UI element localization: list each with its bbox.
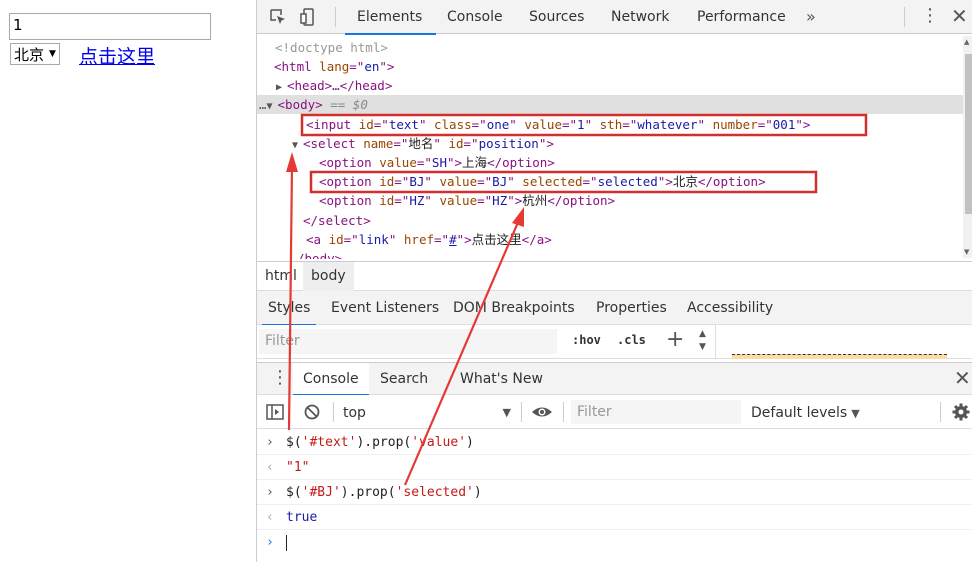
- prompt-chevron-icon: ›: [266, 535, 274, 550]
- cls-toggle[interactable]: .cls: [617, 333, 646, 347]
- crumb-html[interactable]: html: [257, 262, 305, 291]
- clear-console-icon[interactable]: [303, 403, 321, 421]
- tab-performance[interactable]: Performance: [697, 0, 786, 34]
- text-input[interactable]: 1: [9, 13, 211, 40]
- console-prompt[interactable]: ›: [257, 530, 972, 555]
- scroll-up-icon[interactable]: ▲: [964, 38, 969, 46]
- styles-filter-input[interactable]: Filter: [259, 329, 557, 354]
- console-input-line[interactable]: › $('#text').prop('value'): [257, 430, 972, 455]
- sidebar-tabs: Styles Event Listeners DOM Breakpoints P…: [257, 291, 972, 326]
- option-sh-node[interactable]: <option value="SH">上海</option>: [257, 153, 972, 172]
- show-sidebar-icon[interactable]: [266, 403, 284, 421]
- close-drawer-icon[interactable]: ✕: [954, 366, 971, 390]
- elements-scrollbar[interactable]: ▲ ▼: [963, 36, 972, 258]
- collapse-triangle-icon[interactable]: ▼: [267, 97, 278, 116]
- live-expression-eye-icon[interactable]: [531, 403, 553, 421]
- select-close-node[interactable]: </select>: [257, 211, 972, 230]
- page-preview: 1 北京 ▼ 点击这里: [0, 0, 256, 562]
- body-close-node[interactable]: /body>: [257, 249, 972, 259]
- tab-dom-breakpoints[interactable]: DOM Breakpoints: [453, 291, 575, 325]
- console-filter-input[interactable]: Filter: [571, 400, 741, 424]
- text-caret: [286, 534, 287, 551]
- console-result-line[interactable]: ‹ "1": [257, 455, 972, 480]
- toolbar-separator: [904, 7, 905, 27]
- drawer-tabs: ⋮ Console Search What's New ✕: [257, 362, 972, 396]
- devtools-toolbar: Elements Console Sources Network Perform…: [257, 0, 972, 35]
- console-settings-gear-icon[interactable]: [952, 403, 970, 421]
- tab-console[interactable]: Console: [447, 0, 503, 34]
- dropdown-arrow-icon: ▼: [49, 49, 56, 59]
- customize-menu-icon[interactable]: ⋮: [921, 6, 939, 26]
- click-here-link[interactable]: 点击这里: [79, 42, 155, 69]
- input-chevron-icon: ›: [266, 485, 274, 500]
- tab-network[interactable]: Network: [611, 0, 669, 34]
- city-select[interactable]: 北京 ▼: [10, 43, 60, 65]
- crumb-body[interactable]: body: [303, 262, 354, 291]
- result-chevron-icon: ‹: [266, 510, 274, 525]
- drawer-tab-whats-new[interactable]: What's New: [460, 363, 543, 395]
- drawer-tab-console[interactable]: Console: [293, 363, 369, 396]
- input-chevron-icon: ›: [266, 435, 274, 450]
- console-toolbar: top ▼ Filter Default levels ▼: [257, 395, 972, 429]
- result-chevron-icon: ‹: [266, 460, 274, 475]
- tab-event-listeners[interactable]: Event Listeners: [331, 291, 439, 325]
- toolbar-separator: [333, 402, 334, 422]
- drawer-menu-icon[interactable]: ⋮: [271, 367, 289, 389]
- dropdown-arrow-icon: ▼: [502, 406, 511, 419]
- scroll-down-icon[interactable]: ▼: [964, 248, 969, 256]
- tab-properties[interactable]: Properties: [596, 291, 667, 325]
- head-node[interactable]: ▶ <head>…</head>: [257, 76, 972, 95]
- tab-accessibility[interactable]: Accessibility: [687, 291, 773, 325]
- new-style-rule-icon[interactable]: +: [666, 327, 684, 352]
- elements-tree: <!doctype html> <html lang="en"> ▶ <head>…: [257, 34, 972, 259]
- toolbar-separator: [521, 402, 522, 422]
- dropdown-arrow-icon: ▼: [851, 407, 860, 420]
- toolbar-separator: [940, 402, 941, 422]
- hov-toggle[interactable]: :hov: [572, 333, 601, 347]
- box-model-preview: [732, 354, 947, 359]
- toolbar-separator: [563, 402, 564, 422]
- console-result-line[interactable]: ‹ true: [257, 505, 972, 530]
- tab-elements[interactable]: Elements: [344, 0, 437, 35]
- option-hz-node[interactable]: <option id="HZ" value="HZ">杭州</option>: [257, 191, 972, 210]
- devtools-panel: Elements Console Sources Network Perform…: [256, 0, 972, 562]
- option-bj-node[interactable]: <option id="BJ" value="BJ" selected="sel…: [257, 172, 972, 191]
- log-levels-select[interactable]: Default levels ▼: [751, 403, 860, 424]
- console-messages: › $('#text').prop('value') ‹ "1" › $('#B…: [257, 430, 972, 562]
- tab-sources[interactable]: Sources: [529, 0, 584, 34]
- breadcrumb: html body: [257, 261, 972, 291]
- styles-filter-row: Filter :hov .cls + ▲ ▼: [257, 325, 972, 359]
- close-devtools-icon[interactable]: ✕: [951, 4, 968, 28]
- drawer-tab-search[interactable]: Search: [380, 363, 428, 395]
- context-selector[interactable]: top ▼: [343, 403, 511, 423]
- device-toolbar-icon[interactable]: [299, 8, 317, 26]
- toolbar-separator: [335, 7, 336, 27]
- pane-divider[interactable]: [715, 325, 716, 359]
- inspect-element-icon[interactable]: [269, 8, 287, 26]
- scrollbar-thumb[interactable]: [965, 54, 972, 214]
- link-node[interactable]: <a id="link" href="#">点击这里</a>: [257, 230, 972, 249]
- html-node[interactable]: <html lang="en">: [257, 57, 972, 76]
- input-node[interactable]: <input id="text" class="one" value="1" s…: [257, 115, 972, 134]
- select-node[interactable]: ▼ <select name="地名" id="position">: [257, 134, 972, 153]
- tab-styles[interactable]: Styles: [261, 291, 318, 326]
- node-ellipsis[interactable]: …: [259, 97, 267, 112]
- more-tabs-icon[interactable]: »: [806, 0, 816, 34]
- body-node[interactable]: …▼ <body> == $0: [257, 95, 972, 114]
- console-input-line[interactable]: › $('#BJ').prop('selected'): [257, 480, 972, 505]
- doctype-node[interactable]: <!doctype html>: [257, 38, 972, 57]
- city-select-value: 北京: [14, 45, 45, 64]
- pane-scroll-icon[interactable]: ▲ ▼: [699, 328, 706, 354]
